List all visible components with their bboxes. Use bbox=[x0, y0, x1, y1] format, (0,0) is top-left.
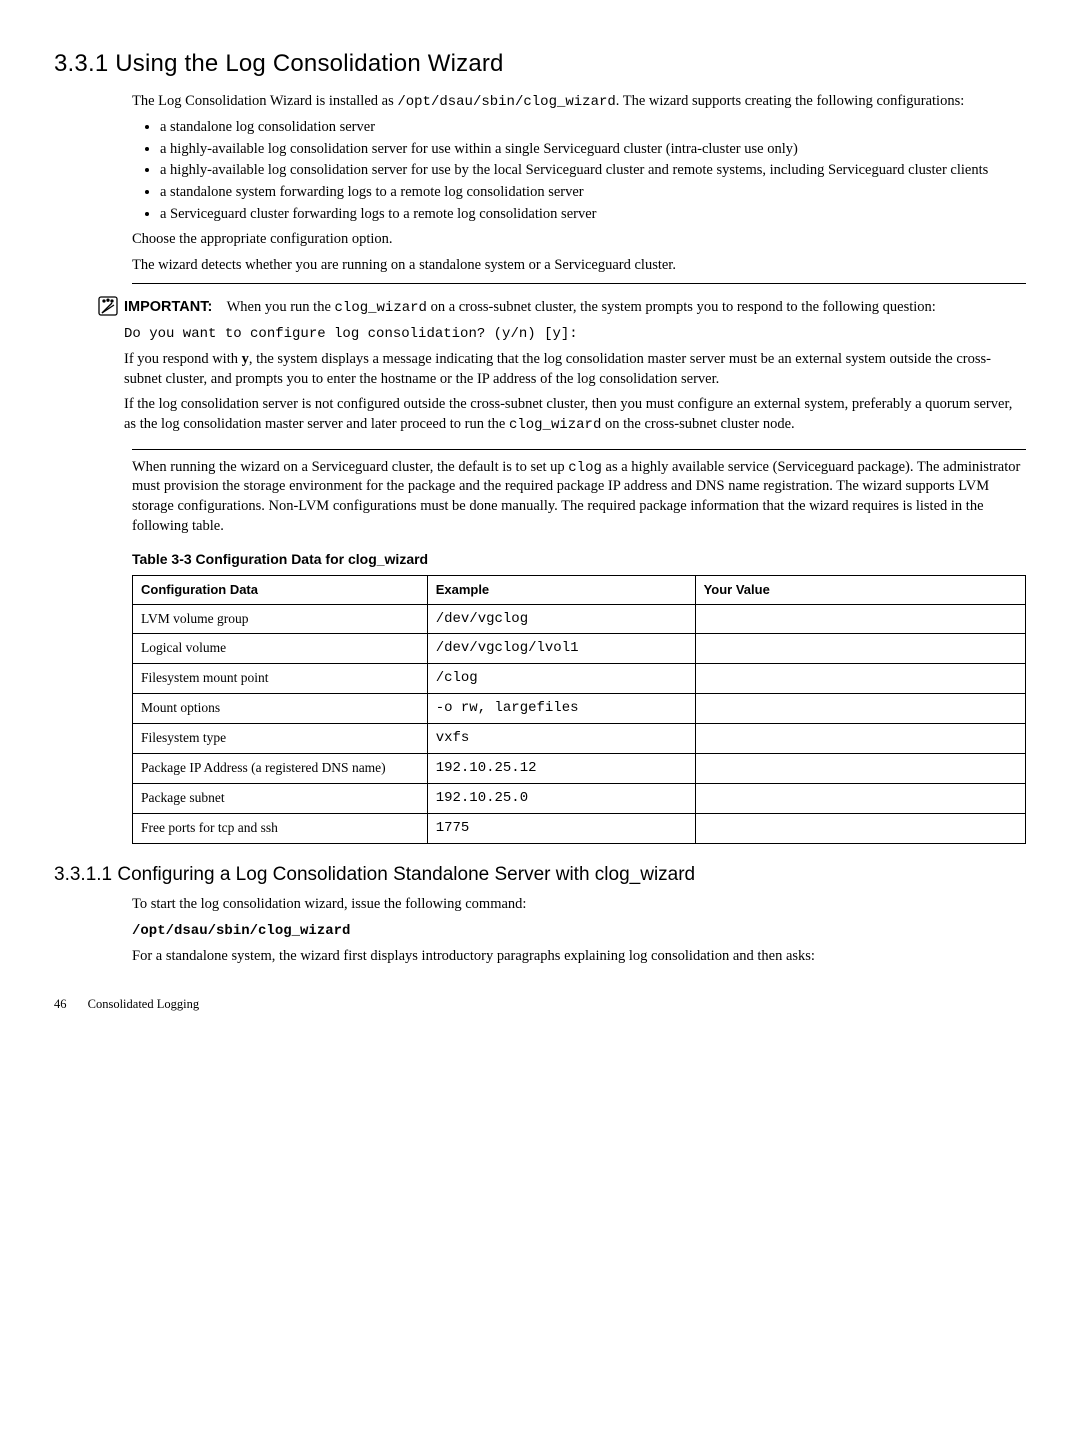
after-important-body: When running the wizard on a Serviceguar… bbox=[132, 458, 1026, 844]
page-number: 46 bbox=[54, 997, 67, 1011]
table-row: Filesystem type vxfs bbox=[133, 724, 1026, 754]
cell: Package IP Address (a registered DNS nam… bbox=[133, 754, 428, 784]
section-body: The Log Consolidation Wizard is installe… bbox=[132, 92, 1026, 275]
text: The Log Consolidation Wizard is installe… bbox=[132, 93, 397, 109]
table-row: Package IP Address (a registered DNS nam… bbox=[133, 754, 1026, 784]
cell: Logical volume bbox=[133, 634, 428, 664]
cell bbox=[695, 783, 1025, 813]
subsection-cmd: /opt/dsau/sbin/clog_wizard bbox=[132, 921, 1026, 941]
list-item: a highly-available log consolidation ser… bbox=[160, 161, 1026, 181]
table-row: Free ports for tcp and ssh 1775 bbox=[133, 813, 1026, 843]
code: clog bbox=[568, 460, 602, 476]
important-icon bbox=[96, 294, 124, 325]
cell bbox=[695, 724, 1025, 754]
table-row: Package subnet 192.10.25.0 bbox=[133, 783, 1026, 813]
divider bbox=[132, 449, 1026, 450]
important-prompt: Do you want to configure log consolidati… bbox=[124, 324, 1026, 344]
text: , the system displays a message indicati… bbox=[124, 351, 991, 387]
after-important-p1: When running the wizard on a Serviceguar… bbox=[132, 458, 1026, 537]
important-body: IMPORTANT: When you run the clog_wizard … bbox=[124, 292, 1026, 440]
cell bbox=[695, 754, 1025, 784]
cell: 1775 bbox=[427, 813, 695, 843]
table-caption: Table 3-3 Configuration Data for clog_wi… bbox=[132, 550, 1026, 569]
col-header: Example bbox=[427, 576, 695, 605]
section-title: Using the Log Consolidation Wizard bbox=[115, 50, 503, 77]
cell: /dev/vgclog bbox=[427, 604, 695, 634]
cell: 192.10.25.12 bbox=[427, 754, 695, 784]
cell: Mount options bbox=[133, 694, 428, 724]
cell bbox=[695, 634, 1025, 664]
text: . The wizard supports creating the follo… bbox=[616, 93, 964, 109]
important-p1: IMPORTANT: When you run the clog_wizard … bbox=[124, 298, 1026, 318]
prompt-code: Do you want to configure log consolidati… bbox=[124, 326, 578, 342]
cell bbox=[695, 604, 1025, 634]
subsection-heading: 3.3.1.1 Configuring a Log Consolidation … bbox=[54, 862, 1026, 888]
page-footer: 46 Consolidated Logging bbox=[54, 996, 1026, 1013]
chapter-title: Consolidated Logging bbox=[88, 997, 199, 1011]
subsection-number: 3.3.1.1 bbox=[54, 864, 112, 885]
text: When running the wizard on a Serviceguar… bbox=[132, 459, 568, 475]
section-number: 3.3.1 bbox=[54, 50, 108, 77]
table-row: Mount options -o rw, largefiles bbox=[133, 694, 1026, 724]
code: clog_wizard bbox=[335, 300, 427, 316]
subsection-p1: To start the log consolidation wizard, i… bbox=[132, 895, 1026, 915]
col-header: Your Value bbox=[695, 576, 1025, 605]
table-row: Logical volume /dev/vgclog/lvol1 bbox=[133, 634, 1026, 664]
cell: -o rw, largefiles bbox=[427, 694, 695, 724]
cell: Package subnet bbox=[133, 783, 428, 813]
cell: LVM volume group bbox=[133, 604, 428, 634]
cell: Filesystem type bbox=[133, 724, 428, 754]
important-p3: If the log consolidation server is not c… bbox=[124, 395, 1026, 434]
important-label: IMPORTANT: bbox=[124, 299, 212, 315]
text: on a cross-subnet cluster, the system pr… bbox=[427, 299, 936, 315]
subsection-p2: For a standalone system, the wizard firs… bbox=[132, 947, 1026, 967]
bold-y: y bbox=[242, 351, 249, 367]
config-bullet-list: a standalone log consolidation server a … bbox=[132, 118, 1026, 224]
table-header-row: Configuration Data Example Your Value bbox=[133, 576, 1026, 605]
intro-p1: The Log Consolidation Wizard is installe… bbox=[132, 92, 1026, 112]
text: on the cross-subnet cluster node. bbox=[601, 416, 794, 432]
list-item: a highly-available log consolidation ser… bbox=[160, 140, 1026, 160]
divider bbox=[132, 283, 1026, 284]
code-path: /opt/dsau/sbin/clog_wizard bbox=[397, 94, 615, 110]
subsection-body: To start the log consolidation wizard, i… bbox=[132, 895, 1026, 966]
command-path: /opt/dsau/sbin/clog_wizard bbox=[132, 923, 350, 939]
section-heading: 3.3.1 Using the Log Consolidation Wizard bbox=[54, 48, 1026, 80]
text: If you respond with bbox=[124, 351, 242, 367]
cell: 192.10.25.0 bbox=[427, 783, 695, 813]
cell bbox=[695, 664, 1025, 694]
cell: vxfs bbox=[427, 724, 695, 754]
table-row: Filesystem mount point /clog bbox=[133, 664, 1026, 694]
cell: /dev/vgclog/lvol1 bbox=[427, 634, 695, 664]
intro-p2: Choose the appropriate configuration opt… bbox=[132, 230, 1026, 250]
important-p2: If you respond with y, the system displa… bbox=[124, 350, 1026, 389]
cell: /clog bbox=[427, 664, 695, 694]
cell: Filesystem mount point bbox=[133, 664, 428, 694]
intro-p3: The wizard detects whether you are runni… bbox=[132, 256, 1026, 276]
subsection-title: Configuring a Log Consolidation Standalo… bbox=[117, 864, 695, 885]
cell bbox=[695, 813, 1025, 843]
list-item: a standalone system forwarding logs to a… bbox=[160, 183, 1026, 203]
important-note: IMPORTANT: When you run the clog_wizard … bbox=[96, 292, 1026, 440]
config-table: Configuration Data Example Your Value LV… bbox=[132, 575, 1026, 844]
table-row: LVM volume group /dev/vgclog bbox=[133, 604, 1026, 634]
col-header: Configuration Data bbox=[133, 576, 428, 605]
cell: Free ports for tcp and ssh bbox=[133, 813, 428, 843]
list-item: a Serviceguard cluster forwarding logs t… bbox=[160, 205, 1026, 225]
list-item: a standalone log consolidation server bbox=[160, 118, 1026, 138]
cell bbox=[695, 694, 1025, 724]
text: When you run the bbox=[227, 299, 335, 315]
code: clog_wizard bbox=[509, 417, 601, 433]
